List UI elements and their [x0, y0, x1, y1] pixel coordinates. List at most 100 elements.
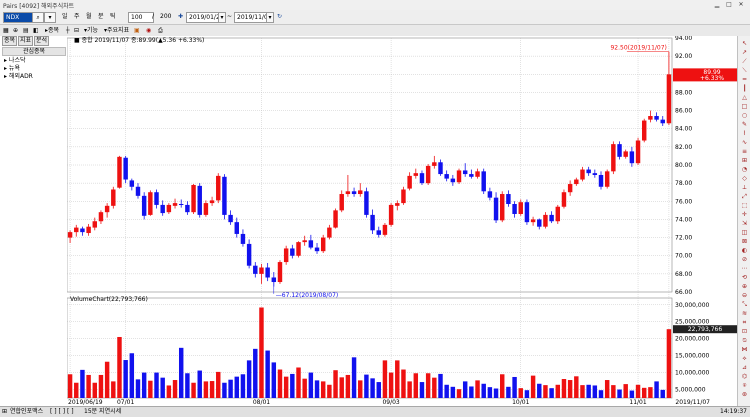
drawing-tool-icon[interactable]: ⊿: [740, 364, 749, 372]
candle-body: [444, 174, 449, 179]
drawing-tool-icon[interactable]: ⊛: [740, 391, 749, 399]
toolbar-extra-1[interactable]: ▸종목: [45, 25, 59, 36]
bookmark-icon[interactable]: ◉: [146, 25, 151, 36]
color-icon[interactable]: ◧: [33, 25, 39, 36]
drawing-tool-icon[interactable]: ⤢: [740, 193, 749, 201]
volume-bar: [450, 386, 456, 398]
start-date-dropdown-icon[interactable]: ▾: [218, 12, 226, 23]
drawing-tool-icon[interactable]: ⊞: [740, 157, 749, 165]
candle-body: [666, 74, 672, 124]
volume-tick-label: 25,000,000: [675, 319, 710, 326]
drawing-tool-icon[interactable]: ┃: [740, 85, 749, 93]
minimize-icon[interactable]: ▁: [712, 1, 722, 8]
maximize-icon[interactable]: □: [724, 1, 734, 8]
end-date-input[interactable]: 2019/11/07: [234, 12, 268, 23]
drawing-tool-icon[interactable]: ◫: [740, 229, 749, 237]
drawing-tool-icon[interactable]: ⤡: [740, 301, 749, 309]
symbol-input[interactable]: NDX: [3, 12, 33, 23]
drawing-tool-icon[interactable]: ⬚: [740, 202, 749, 210]
candle-body: [604, 171, 610, 187]
drawing-tool-icon[interactable]: ◇: [740, 175, 749, 183]
volume-bar: [246, 360, 252, 398]
count-input[interactable]: 100: [128, 12, 154, 23]
tab-week[interactable]: 주: [74, 11, 80, 22]
candle-body: [382, 224, 388, 235]
drawing-tool-icon[interactable]: □: [740, 103, 749, 111]
tool-icon[interactable]: ⊟: [74, 25, 79, 36]
tab-month[interactable]: 월: [86, 11, 92, 22]
refresh-icon[interactable]: ↻: [277, 11, 282, 22]
drawing-tool-icon[interactable]: ⊡: [740, 328, 749, 336]
candle-body: [611, 144, 616, 172]
list-item[interactable]: ▸ 나스닥: [4, 57, 25, 64]
print-icon[interactable]: ⎙: [158, 25, 163, 36]
drawing-tool-icon[interactable]: ✛: [740, 211, 749, 219]
volume-bar: [185, 373, 190, 398]
chart-svg[interactable]: 94.0092.0090.0088.0086.0084.0082.0080.00…: [66, 35, 737, 406]
drawing-tool-icon[interactable]: ⟂: [740, 184, 749, 192]
dropdown-icon[interactable]: ▾: [44, 12, 56, 23]
price-tick-label: 94.00: [675, 36, 692, 42]
drawing-tool-icon[interactable]: ↗: [740, 49, 749, 57]
candle-body: [512, 204, 517, 214]
toolbar-extra-3[interactable]: ▾주요지표: [104, 25, 129, 36]
left-tab-analysis[interactable]: 분석: [34, 36, 50, 46]
candle-body: [580, 169, 585, 180]
drawing-tool-icon[interactable]: ⊠: [740, 238, 749, 246]
layout-icon[interactable]: ▤: [23, 25, 29, 36]
volume-bar: [339, 377, 344, 398]
zoom-icon[interactable]: ⊕: [13, 25, 18, 36]
drawing-tool-icon[interactable]: ⌇: [740, 130, 749, 138]
tab-minute[interactable]: 분: [98, 11, 104, 22]
chart-area[interactable]: 94.0092.0090.0088.0086.0084.0082.0080.00…: [66, 35, 737, 406]
close-icon[interactable]: ✕: [736, 1, 746, 8]
drawing-tool-icon[interactable]: ⋯: [740, 265, 749, 273]
toolbar-extra-2[interactable]: ▾기능: [84, 25, 98, 36]
drawing-tool-icon[interactable]: ≡: [740, 148, 749, 156]
ruler-icon[interactable]: ┼: [66, 25, 70, 36]
volume-tick-label: 30,000,000: [675, 302, 710, 309]
drawing-tool-icon[interactable]: ⊘: [740, 256, 749, 264]
drawing-tool-icon[interactable]: ⟋: [740, 58, 749, 66]
drawing-tool-icon[interactable]: ⊖: [740, 292, 749, 300]
volume-bar: [611, 385, 616, 398]
candle-body: [197, 185, 202, 215]
end-date-dropdown-icon[interactable]: ▾: [266, 12, 274, 23]
drawing-tool-icon[interactable]: ≋: [740, 310, 749, 318]
candle-body: [67, 232, 73, 238]
drawing-tool-icon[interactable]: ○: [740, 112, 749, 120]
drawing-tool-icon[interactable]: ⇲: [740, 220, 749, 228]
candle-body: [598, 174, 604, 187]
add-icon[interactable]: ✚: [178, 11, 183, 22]
save-icon[interactable]: ▣: [134, 25, 140, 36]
drawing-tool-icon[interactable]: △: [740, 94, 749, 102]
drawing-tool-icon[interactable]: ⍉: [740, 337, 749, 345]
volume-bar: [413, 373, 419, 398]
list-item[interactable]: ▸ 뉴욕: [4, 65, 20, 72]
price-tick-label: 76.00: [675, 198, 692, 205]
drawing-tool-icon[interactable]: ✎: [740, 121, 749, 129]
volume-bar: [481, 383, 486, 398]
drawing-tool-icon[interactable]: ⌗: [740, 319, 749, 327]
drawing-tool-icon[interactable]: ◔: [740, 166, 749, 174]
drawing-tool-icon[interactable]: ⌬: [740, 373, 749, 381]
drawing-tool-icon[interactable]: ━: [740, 76, 749, 84]
drawing-tool-icon[interactable]: ⍟: [740, 382, 749, 390]
left-tab-indicators[interactable]: 지표: [18, 36, 34, 46]
list-item[interactable]: ▸ 해외ADR: [4, 73, 33, 80]
drawing-tool-icon[interactable]: ↖: [740, 40, 749, 48]
tab-tick[interactable]: 틱: [110, 11, 116, 22]
drawing-tool-icon[interactable]: ∿: [740, 139, 749, 147]
drawing-tool-icon[interactable]: ⟍: [740, 67, 749, 75]
drawing-tool-icon[interactable]: ⟡: [740, 355, 749, 363]
drawing-tool-icon[interactable]: ◐: [740, 247, 749, 255]
left-tab-items[interactable]: 종목: [2, 36, 18, 46]
drawing-tool-icon[interactable]: ⋈: [740, 346, 749, 354]
drawing-tool-icon[interactable]: ⟲: [740, 274, 749, 282]
price-tick-label: 74.00: [675, 216, 692, 223]
start-date-input[interactable]: 2019/01/25: [186, 12, 220, 23]
tab-day[interactable]: 일: [62, 11, 68, 22]
search-icon[interactable]: ⌕: [32, 12, 44, 23]
drawing-tool-icon[interactable]: ⊕: [740, 283, 749, 291]
chart-type-icon[interactable]: ▦: [3, 25, 9, 36]
